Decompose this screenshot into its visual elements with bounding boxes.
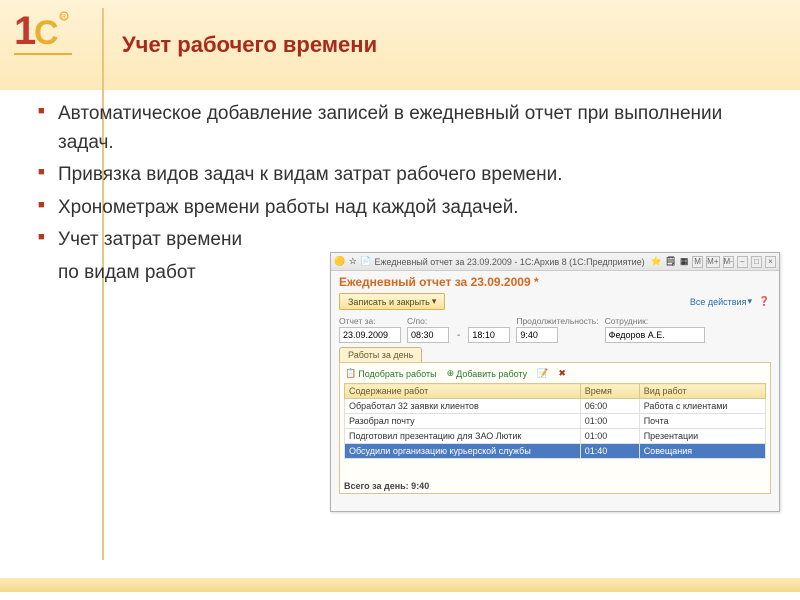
- svg-text:1: 1: [14, 9, 36, 53]
- edit-button[interactable]: 📝: [537, 368, 548, 379]
- add-work-button[interactable]: ⊕Добавить работу: [447, 368, 528, 379]
- time-from-input[interactable]: [407, 327, 449, 343]
- footer-bar: [0, 578, 800, 592]
- tab-works[interactable]: Работы за день: [339, 347, 422, 362]
- col-time[interactable]: Время: [580, 384, 639, 399]
- pick-icon: 📋: [345, 368, 356, 379]
- app-icon: 🟡: [334, 256, 345, 268]
- employee-label: Сотрудник:: [605, 316, 705, 326]
- svg-text:C: C: [34, 14, 59, 52]
- delete-button[interactable]: ✖: [558, 368, 566, 379]
- date-label: Отчет за:: [339, 316, 401, 326]
- save-close-button[interactable]: Записать и закрыть▾: [339, 293, 445, 310]
- star-icon[interactable]: ☆: [348, 256, 357, 268]
- col-desc[interactable]: Содержание работ: [345, 384, 581, 399]
- page-title: Учет рабочего времени: [122, 32, 377, 58]
- all-actions-button[interactable]: Все действия ▾: [690, 296, 752, 307]
- duration-label: Продолжительность:: [516, 316, 598, 326]
- employee-input[interactable]: [605, 327, 705, 343]
- table-row[interactable]: Разобрал почту01:00Почта: [345, 414, 766, 429]
- pick-works-button[interactable]: 📋Подобрать работы: [345, 368, 437, 379]
- calc-icon[interactable]: 🗒: [665, 255, 676, 268]
- col-type[interactable]: Вид работ: [639, 384, 765, 399]
- m-button[interactable]: M: [692, 256, 703, 268]
- app-window: 🟡 ☆ 📄 Ежедневный отчет за 23.09.2009 - 1…: [330, 252, 780, 512]
- duration-input[interactable]: [516, 327, 558, 343]
- m-plus-button[interactable]: M+: [706, 256, 719, 268]
- m-minus-button[interactable]: M-: [723, 256, 734, 268]
- table-row[interactable]: Обсудили организацию курьерской службы01…: [345, 444, 766, 459]
- doc-icon: 📄: [360, 256, 371, 268]
- bullet-list: Автоматическое добавление записей в ежед…: [38, 100, 780, 255]
- window-titlebar: 🟡 ☆ 📄 Ежедневный отчет за 23.09.2009 - 1…: [331, 253, 779, 271]
- from-label: С/по:: [407, 316, 449, 326]
- plus-icon: ⊕: [447, 368, 455, 379]
- bullet-item: Привязка видов задач к видам затрат рабо…: [38, 161, 780, 190]
- time-to-input[interactable]: [468, 327, 510, 343]
- bullet-item: Учет затрат времени: [38, 226, 780, 255]
- grid-icon[interactable]: ▦: [679, 255, 689, 268]
- help-icon[interactable]: ❓: [758, 295, 771, 308]
- total-label: Всего за день: 9:40: [344, 481, 429, 491]
- works-table: Содержание работ Время Вид работ Обработ…: [344, 383, 766, 459]
- close-button[interactable]: ×: [765, 256, 776, 268]
- chevron-down-icon: ▾: [747, 296, 752, 307]
- edit-icon: 📝: [537, 368, 548, 379]
- table-row[interactable]: Подготовил презентацию для ЗАО Лютик01:0…: [345, 429, 766, 444]
- logo: 1 C R: [14, 8, 72, 65]
- fav-icon[interactable]: ⭐: [651, 255, 662, 268]
- bullet-item: Хронометраж времени работы над каждой за…: [38, 194, 780, 223]
- table-row[interactable]: Обработал 32 заявки клиентов06:00Работа …: [345, 399, 766, 414]
- maximize-button[interactable]: □: [751, 256, 762, 268]
- minimize-button[interactable]: –: [737, 256, 748, 268]
- document-title: Ежедневный отчет за 23.09.2009 *: [339, 275, 771, 289]
- delete-icon: ✖: [558, 368, 566, 379]
- svg-text:R: R: [61, 14, 66, 21]
- chevron-down-icon: ▾: [432, 296, 437, 307]
- date-input[interactable]: [339, 327, 401, 343]
- bullet-item: Автоматическое добавление записей в ежед…: [38, 100, 780, 157]
- window-title: Ежедневный отчет за 23.09.2009 - 1С:Архи…: [375, 257, 645, 267]
